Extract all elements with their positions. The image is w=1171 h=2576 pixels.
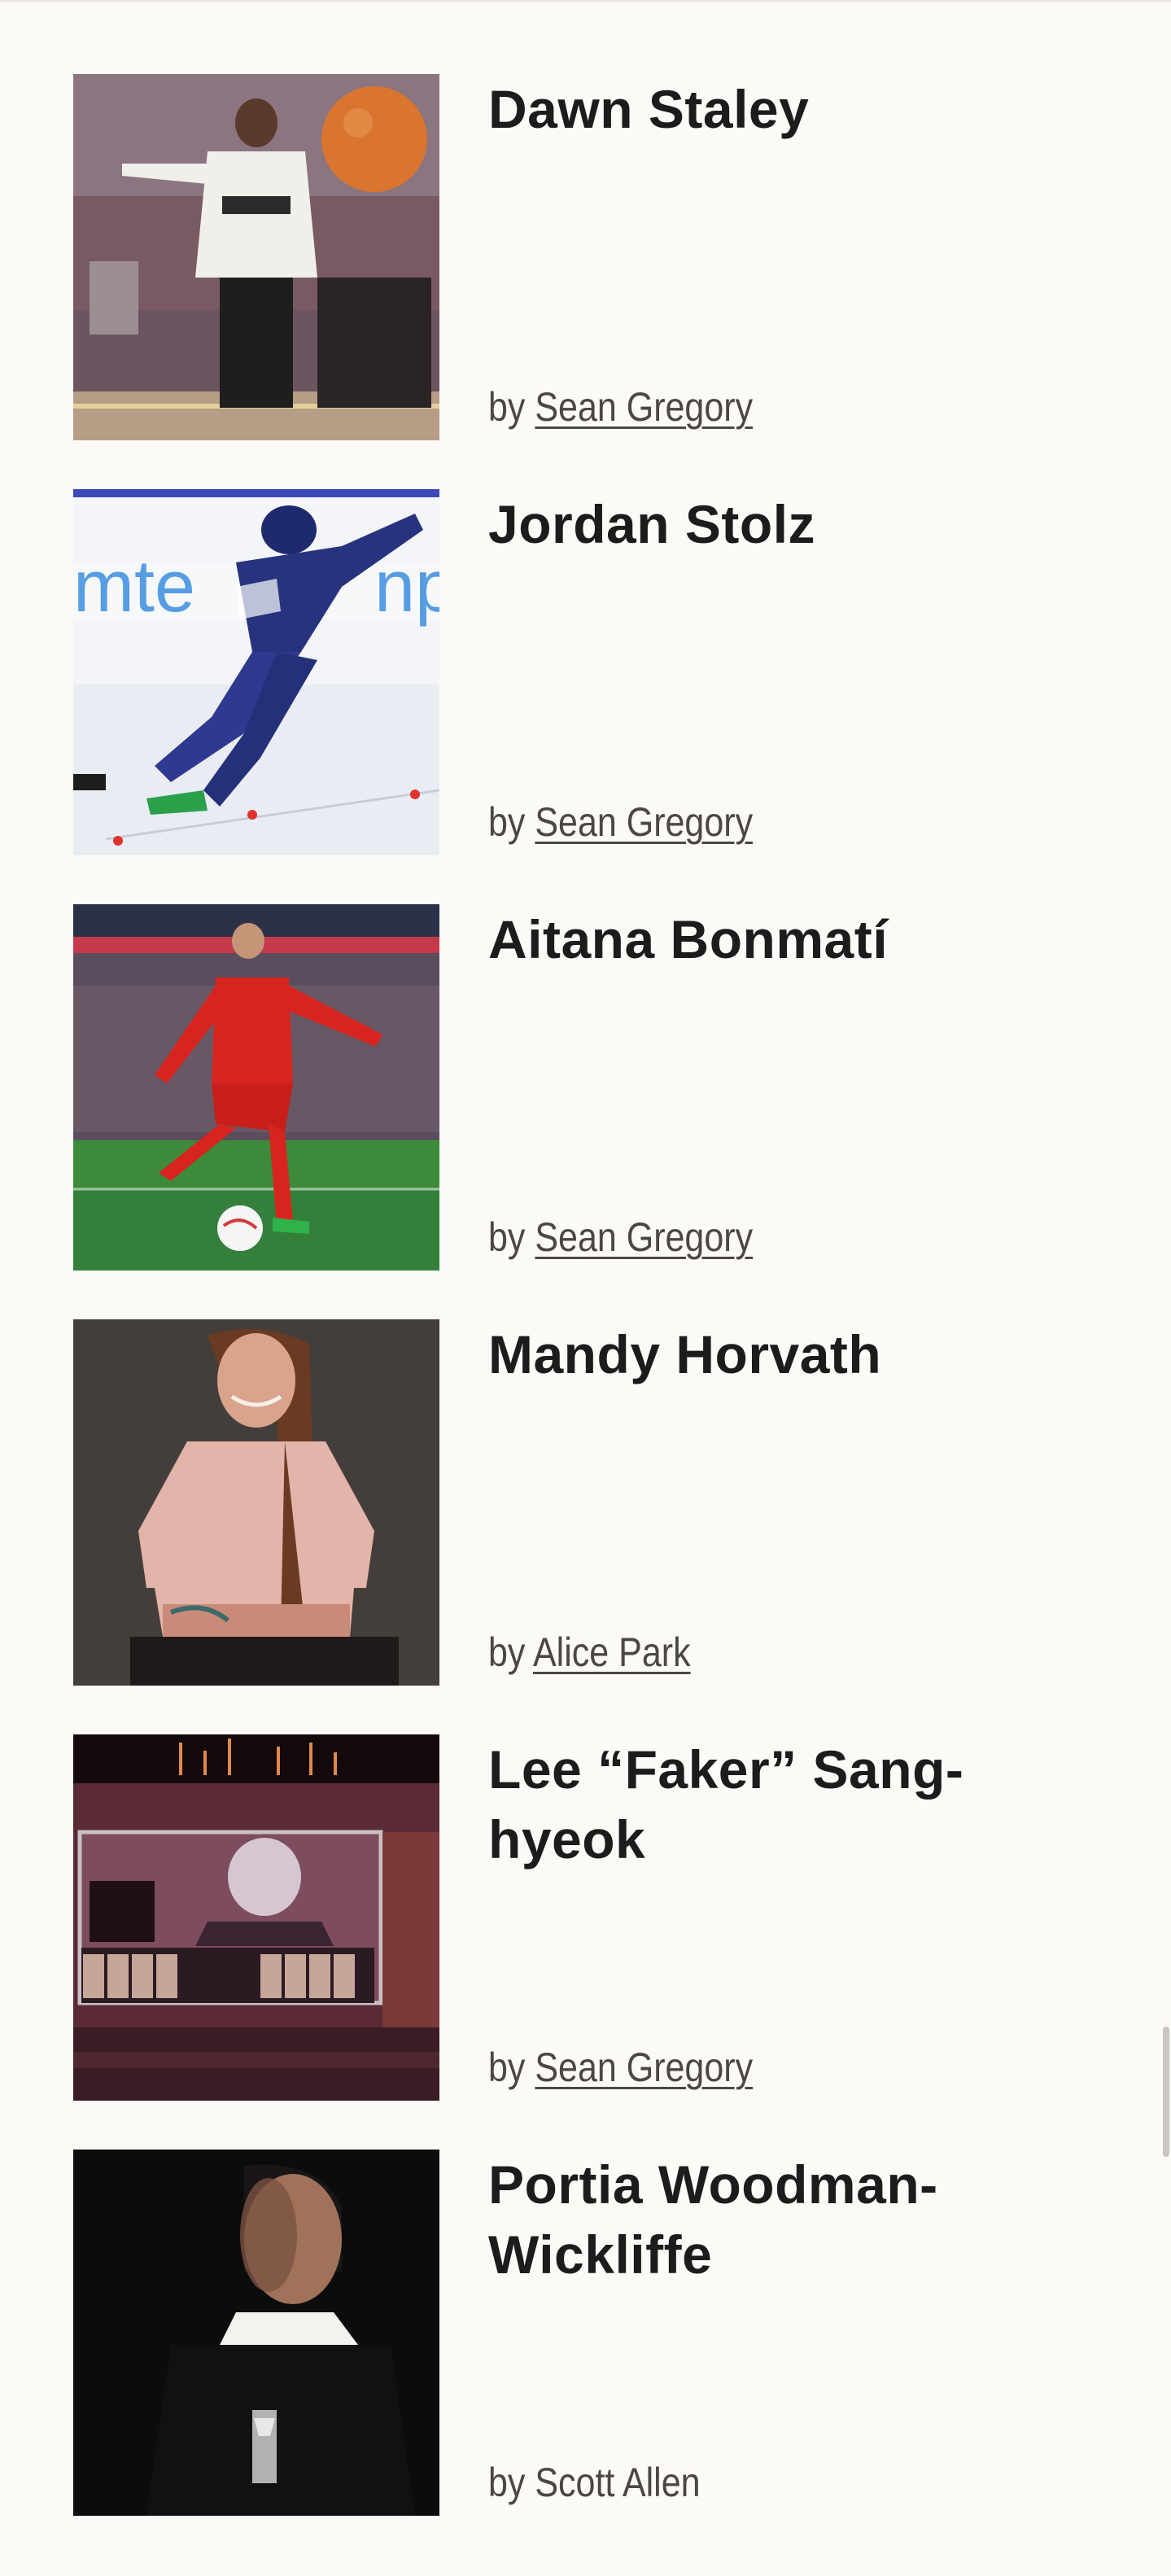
article-thumbnail-link[interactable] <box>73 2150 439 2516</box>
byline: by Alice Park <box>488 1629 691 1676</box>
svg-text:np: np <box>374 546 439 628</box>
top-divider <box>0 0 1171 2</box>
byline-prefix: by <box>488 1629 526 1675</box>
article-title[interactable]: Dawn Staley <box>488 74 1009 144</box>
article-thumbnail-link[interactable] <box>73 1734 439 2101</box>
author-name: Scott Allen <box>535 2460 701 2505</box>
byline-prefix: by <box>488 2045 526 2090</box>
basketball-coach-photo <box>73 74 439 440</box>
article-title[interactable]: Jordan Stolz <box>488 489 1009 559</box>
author-link[interactable]: Sean Gregory <box>535 2045 753 2090</box>
article-card: Portia Woodman-Wickliffe by Scott Allen <box>73 2150 1050 2516</box>
byline-prefix: by <box>488 1214 526 1260</box>
author-link[interactable]: Sean Gregory <box>535 384 753 430</box>
article-thumbnail-link[interactable]: mte np <box>73 489 439 855</box>
article-card: Dawn Staley by Sean Gregory <box>73 74 1050 440</box>
article-thumbnail-link[interactable] <box>73 904 439 1271</box>
article-title[interactable]: Mandy Horvath <box>488 1319 1009 1389</box>
scrollbar[interactable] <box>1161 2027 1171 2157</box>
rugby-player-portrait-photo <box>73 2150 439 2516</box>
speed-skater-photo: mte np <box>73 489 439 855</box>
esports-arena-photo <box>73 1734 439 2101</box>
article-thumbnail-link[interactable] <box>73 1319 439 1686</box>
article-card: mte np Jordan Stolz by Sean Gregory <box>73 489 1050 855</box>
portrait-photo <box>73 1319 439 1686</box>
byline: by Sean Gregory <box>488 798 753 846</box>
byline-prefix: by <box>488 384 526 430</box>
article-card: Mandy Horvath by Alice Park <box>73 1319 1050 1686</box>
author-link[interactable]: Alice Park <box>533 1629 691 1675</box>
byline-prefix: by <box>488 2460 526 2505</box>
article-title[interactable]: Lee “Faker” Sang-hyeok <box>488 1734 1009 1874</box>
byline-prefix: by <box>488 799 526 845</box>
soccer-player-photo <box>73 904 439 1271</box>
byline: by Sean Gregory <box>488 1214 753 1261</box>
svg-text:mte: mte <box>73 546 195 628</box>
article-thumbnail-link[interactable] <box>73 74 439 440</box>
byline: by Sean Gregory <box>488 2044 753 2091</box>
author-link[interactable]: Sean Gregory <box>535 799 753 845</box>
byline: by Sean Gregory <box>488 383 753 431</box>
article-card: Lee “Faker” Sang-hyeok by Sean Gregory <box>73 1734 1050 2101</box>
byline: by Scott Allen <box>488 2459 701 2506</box>
author-link[interactable]: Sean Gregory <box>535 1214 753 1260</box>
article-title[interactable]: Aitana Bonmatí <box>488 904 1009 974</box>
scrollbar-thumb[interactable] <box>1163 2027 1169 2157</box>
article-title[interactable]: Portia Woodman-Wickliffe <box>488 2150 1009 2290</box>
article-card: Aitana Bonmatí by Sean Gregory <box>73 904 1050 1271</box>
